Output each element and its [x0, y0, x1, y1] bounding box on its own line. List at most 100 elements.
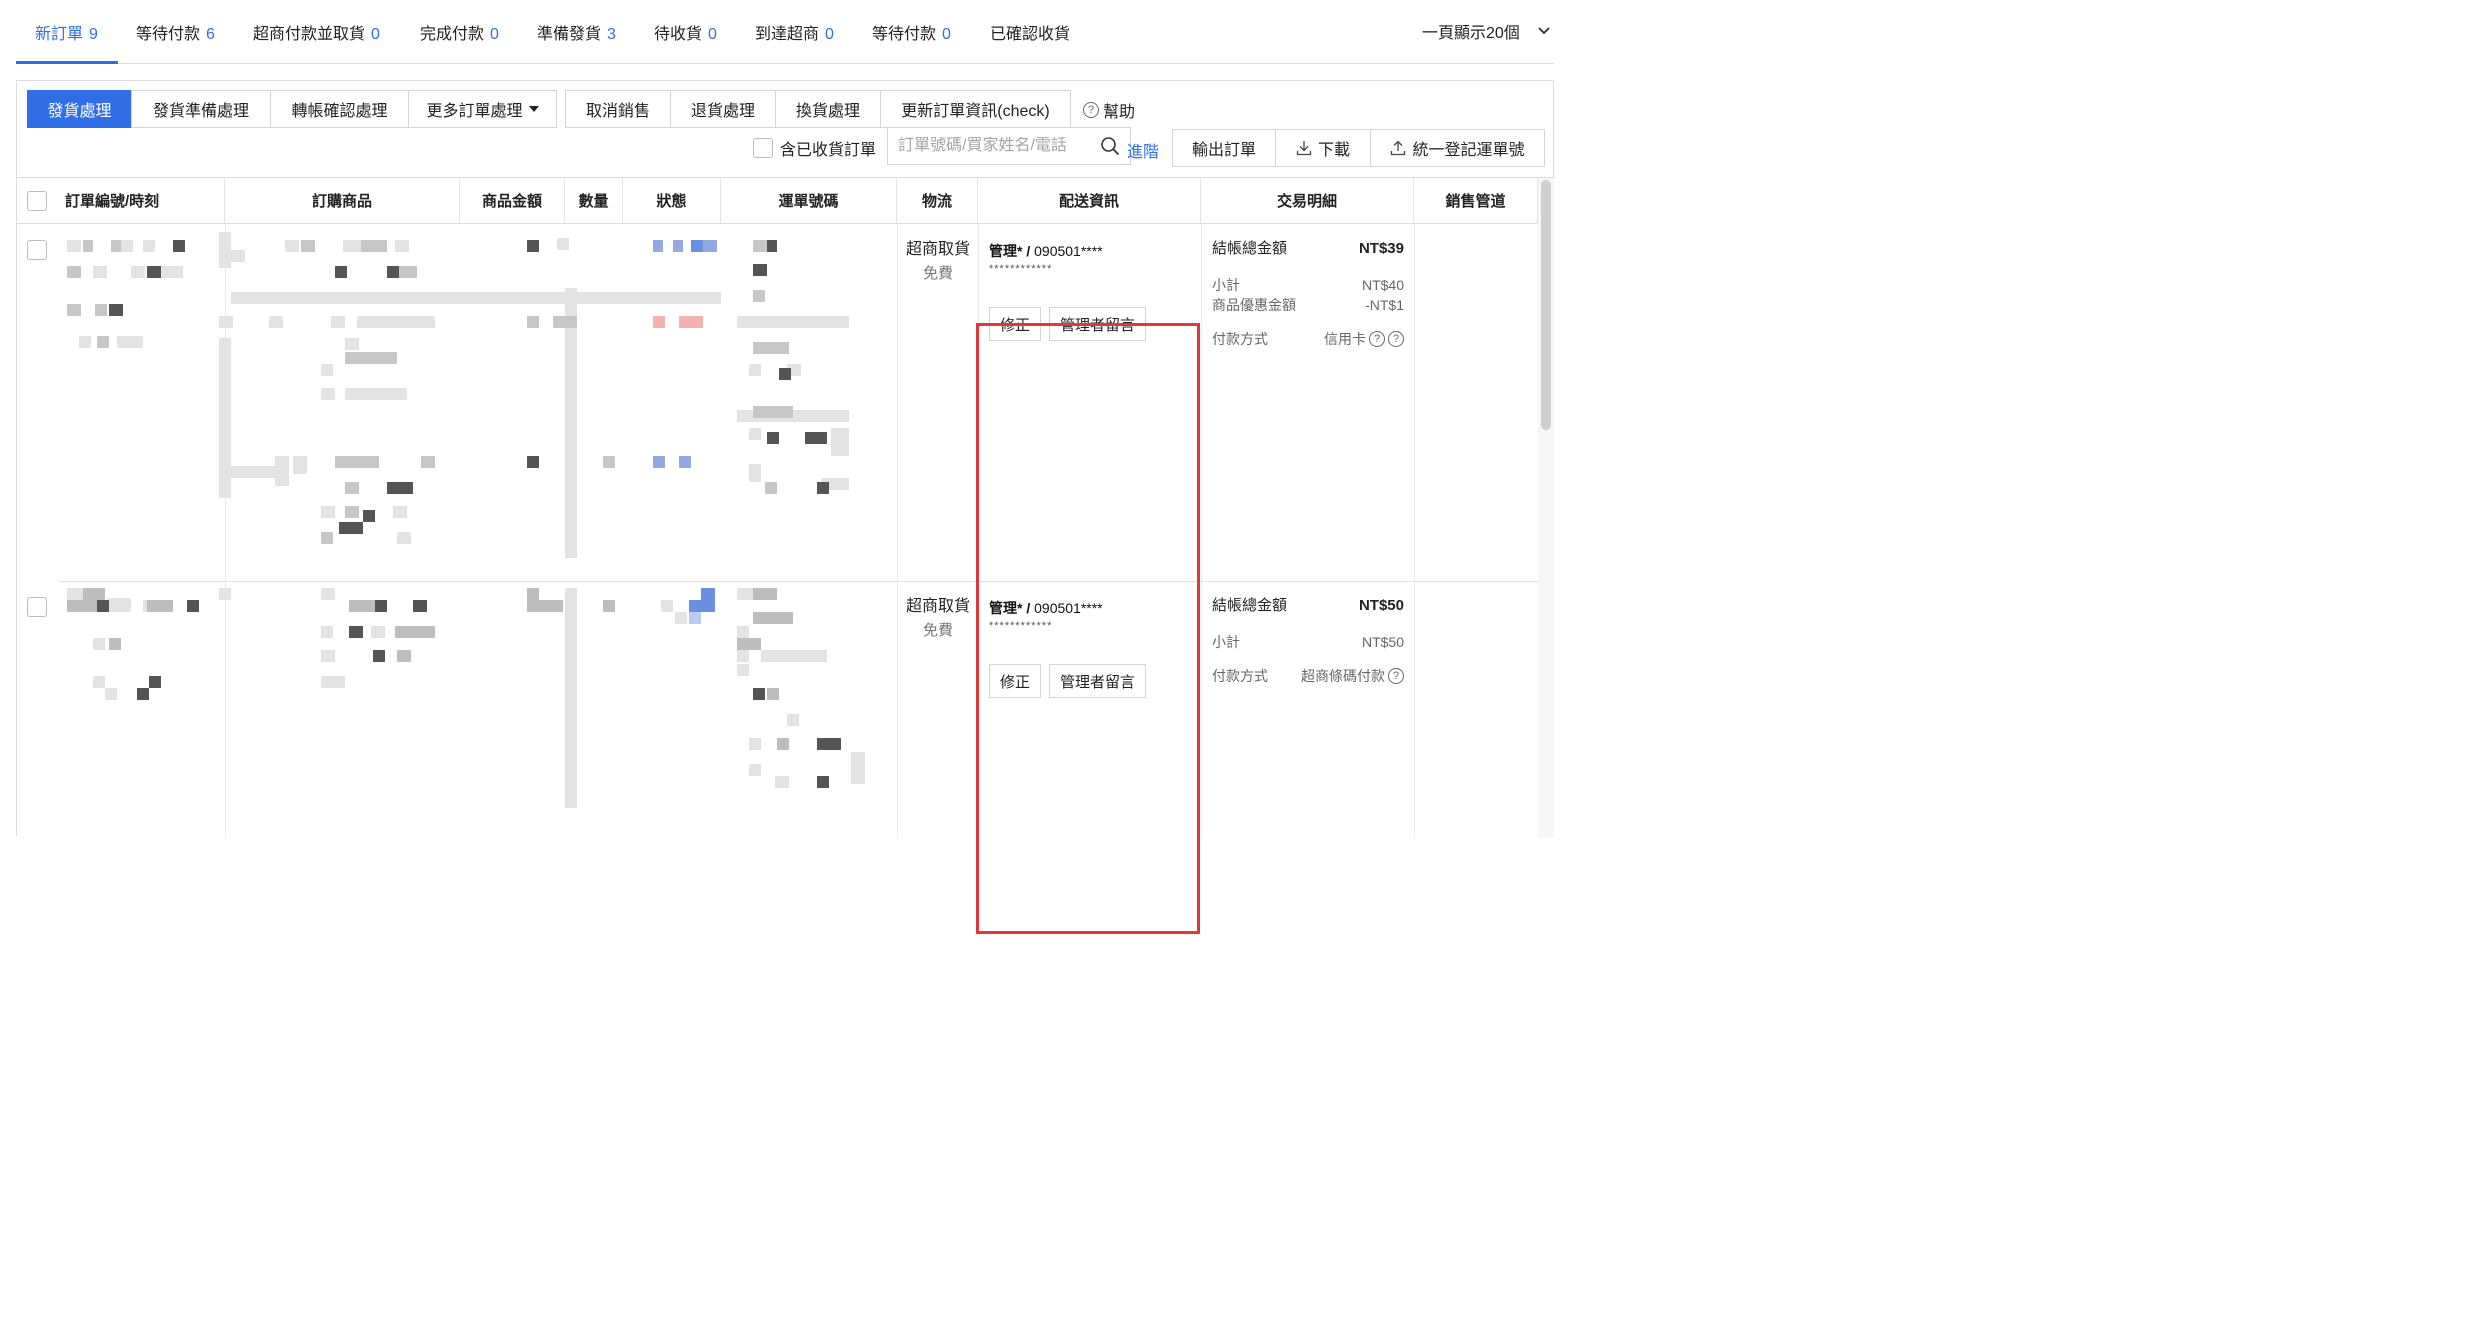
total-value: NT$50: [1358, 597, 1404, 614]
transaction-details: 結帳總金額 NT$39 小計 NT$40 商品優惠金額 -NT$1 付款方式 信用卡??: [1212, 239, 1404, 349]
highlight-frame: [976, 323, 1200, 934]
download-icon: [1296, 141, 1312, 156]
more-order-actions-button[interactable]: 更多訂單處理: [408, 90, 557, 128]
row-checkbox[interactable]: [27, 597, 47, 617]
total-row: 結帳總金額 NT$50: [1212, 596, 1404, 616]
vertical-scrollbar[interactable]: [1541, 180, 1551, 430]
advanced-search-link[interactable]: 進階: [1127, 138, 1159, 162]
transaction-details: 結帳總金額 NT$50 小計 NT$50 付款方式 超商條碼付款?: [1212, 596, 1404, 686]
shipping-info-cell: 管理* / 090501**** ************ 修正 管理者留言: [989, 241, 1199, 341]
obscured-order-content: [67, 232, 849, 558]
obscured-order-content: [67, 588, 865, 808]
upload-icon: [1391, 140, 1406, 156]
download-label: 下載: [1317, 142, 1350, 159]
tab-count: 0: [825, 26, 834, 43]
update-order-info-button[interactable]: 更新訂單資訊(check): [880, 90, 1071, 128]
column-header-shipping-info: 配送資訊: [978, 178, 1201, 224]
search-icon[interactable]: [1100, 136, 1120, 156]
line-value: -NT$1: [1365, 297, 1404, 313]
payment-value-group: 信用卡??: [1324, 329, 1404, 349]
line-value: NT$40: [1361, 277, 1404, 293]
return-process-button[interactable]: 退貨處理: [670, 90, 776, 128]
recipient-name: 管理*: [989, 243, 1023, 259]
line-label: 小計: [1212, 277, 1240, 293]
shipping-fee: 免費: [922, 265, 953, 282]
column-header-order-id: 訂單編號/時刻: [17, 178, 225, 224]
tab-label: 到達超商: [755, 26, 820, 43]
per-page-value: 一頁顯示20個: [1422, 25, 1520, 42]
tab-arrived-store[interactable]: 到達超商 0: [755, 20, 834, 44]
payment-label: 付款方式: [1212, 668, 1268, 684]
per-page-select[interactable]: 一頁顯示20個: [1416, 18, 1556, 44]
total-value: NT$39: [1358, 240, 1404, 257]
discount-row: 商品優惠金額 -NT$1: [1212, 295, 1404, 315]
transfer-confirm-button[interactable]: 轉帳確認處理: [270, 90, 409, 128]
column-header-tracking: 運單號碼: [721, 178, 897, 224]
tab-count: 9: [89, 26, 98, 43]
tab-new-orders[interactable]: 新訂單 9: [35, 20, 98, 44]
more-label: 更多訂單處理: [426, 103, 523, 120]
tab-label: 完成付款: [420, 26, 485, 43]
line-label: 小計: [1212, 634, 1240, 650]
active-tab-indicator: [16, 61, 118, 64]
tab-count: 0: [371, 26, 380, 43]
column-header-sales-channel: 銷售管道: [1414, 178, 1538, 224]
ship-process-button[interactable]: 發貨處理: [27, 90, 132, 128]
question-icon[interactable]: ?: [1369, 331, 1385, 347]
exchange-process-button[interactable]: 換貨處理: [775, 90, 881, 128]
cancel-sale-button[interactable]: 取消銷售: [565, 90, 671, 128]
tab-confirmed-receipt[interactable]: 已確認收貨: [990, 20, 1070, 44]
column-header-status: 狀態: [623, 178, 721, 224]
masked-address: ************: [989, 263, 1053, 275]
checkbox[interactable]: [753, 138, 773, 158]
subtotal-row: 小計 NT$40: [1212, 275, 1404, 295]
question-icon[interactable]: ?: [1388, 668, 1404, 684]
tab-label: 準備發貨: [537, 26, 602, 43]
column-header-transaction: 交易明細: [1201, 178, 1414, 224]
download-button[interactable]: 下載: [1275, 129, 1371, 167]
tab-awaiting-payment[interactable]: 等待付款 6: [136, 20, 215, 44]
tab-label: 待收貨: [654, 26, 703, 43]
tab-label: 等待付款: [872, 26, 937, 43]
payment-value: 超商條碼付款: [1301, 668, 1385, 684]
shipping-fee: 免費: [922, 622, 953, 639]
total-row: 結帳總金額 NT$39: [1212, 239, 1404, 259]
tab-count: 0: [708, 26, 717, 43]
select-all-checkbox[interactable]: [27, 190, 47, 211]
tab-cvs-pay-pickup[interactable]: 超商付款並取貨 0: [253, 20, 380, 44]
tab-awaiting-receipt[interactable]: 待收貨 0: [654, 20, 717, 44]
tab-preparing-shipment[interactable]: 準備發貨 3: [537, 20, 616, 44]
recipient: 管理* / 090501****: [989, 243, 1103, 259]
include-received-checkbox[interactable]: 含已收貨訂單: [753, 136, 876, 160]
payment-label: 付款方式: [1212, 331, 1268, 347]
tab-payment-complete[interactable]: 完成付款 0: [420, 20, 499, 44]
column-header-quantity: 數量: [565, 178, 623, 224]
column-header-logistics: 物流: [897, 178, 978, 224]
order-status-tabs: 新訂單 9 等待付款 6 超商付款並取貨 0 完成付款 0 準備發貨 3 待收貨 0 到達超…: [16, 0, 1554, 64]
include-received-label: 含已收貨訂單: [780, 142, 877, 159]
question-icon[interactable]: ?: [1388, 331, 1404, 347]
chevron-down-icon: [1538, 27, 1550, 35]
line-value: NT$50: [1361, 634, 1404, 650]
row-checkbox[interactable]: [27, 240, 47, 260]
line-label: 商品優惠金額: [1212, 297, 1296, 313]
column-divider: [1201, 224, 1202, 838]
export-orders-button[interactable]: 輸出訂單: [1172, 129, 1276, 167]
tab-awaiting-payment-2[interactable]: 等待付款 0: [872, 20, 951, 44]
prepare-shipment-button[interactable]: 發貨準備處理: [131, 90, 271, 128]
search-input[interactable]: [888, 137, 1084, 155]
payment-row: 付款方式 超商條碼付款?: [1212, 666, 1404, 686]
logistics-method: 超商取貨: [905, 598, 970, 615]
caret-down-icon: [528, 106, 539, 112]
tab-count: 3: [607, 26, 616, 43]
help-link[interactable]: ? 幫助: [1083, 98, 1135, 122]
question-icon: ?: [1083, 102, 1099, 118]
logistics-cell: 超商取貨 免費: [898, 595, 978, 643]
orders-table: 訂單編號/時刻 訂購商品 商品金額 數量 狀態 運單號碼 物流 配送資訊 交易明…: [17, 177, 1555, 934]
total-label: 結帳總金額: [1212, 240, 1288, 257]
batch-register-tracking-button[interactable]: 統一登記運單號: [1370, 129, 1545, 167]
